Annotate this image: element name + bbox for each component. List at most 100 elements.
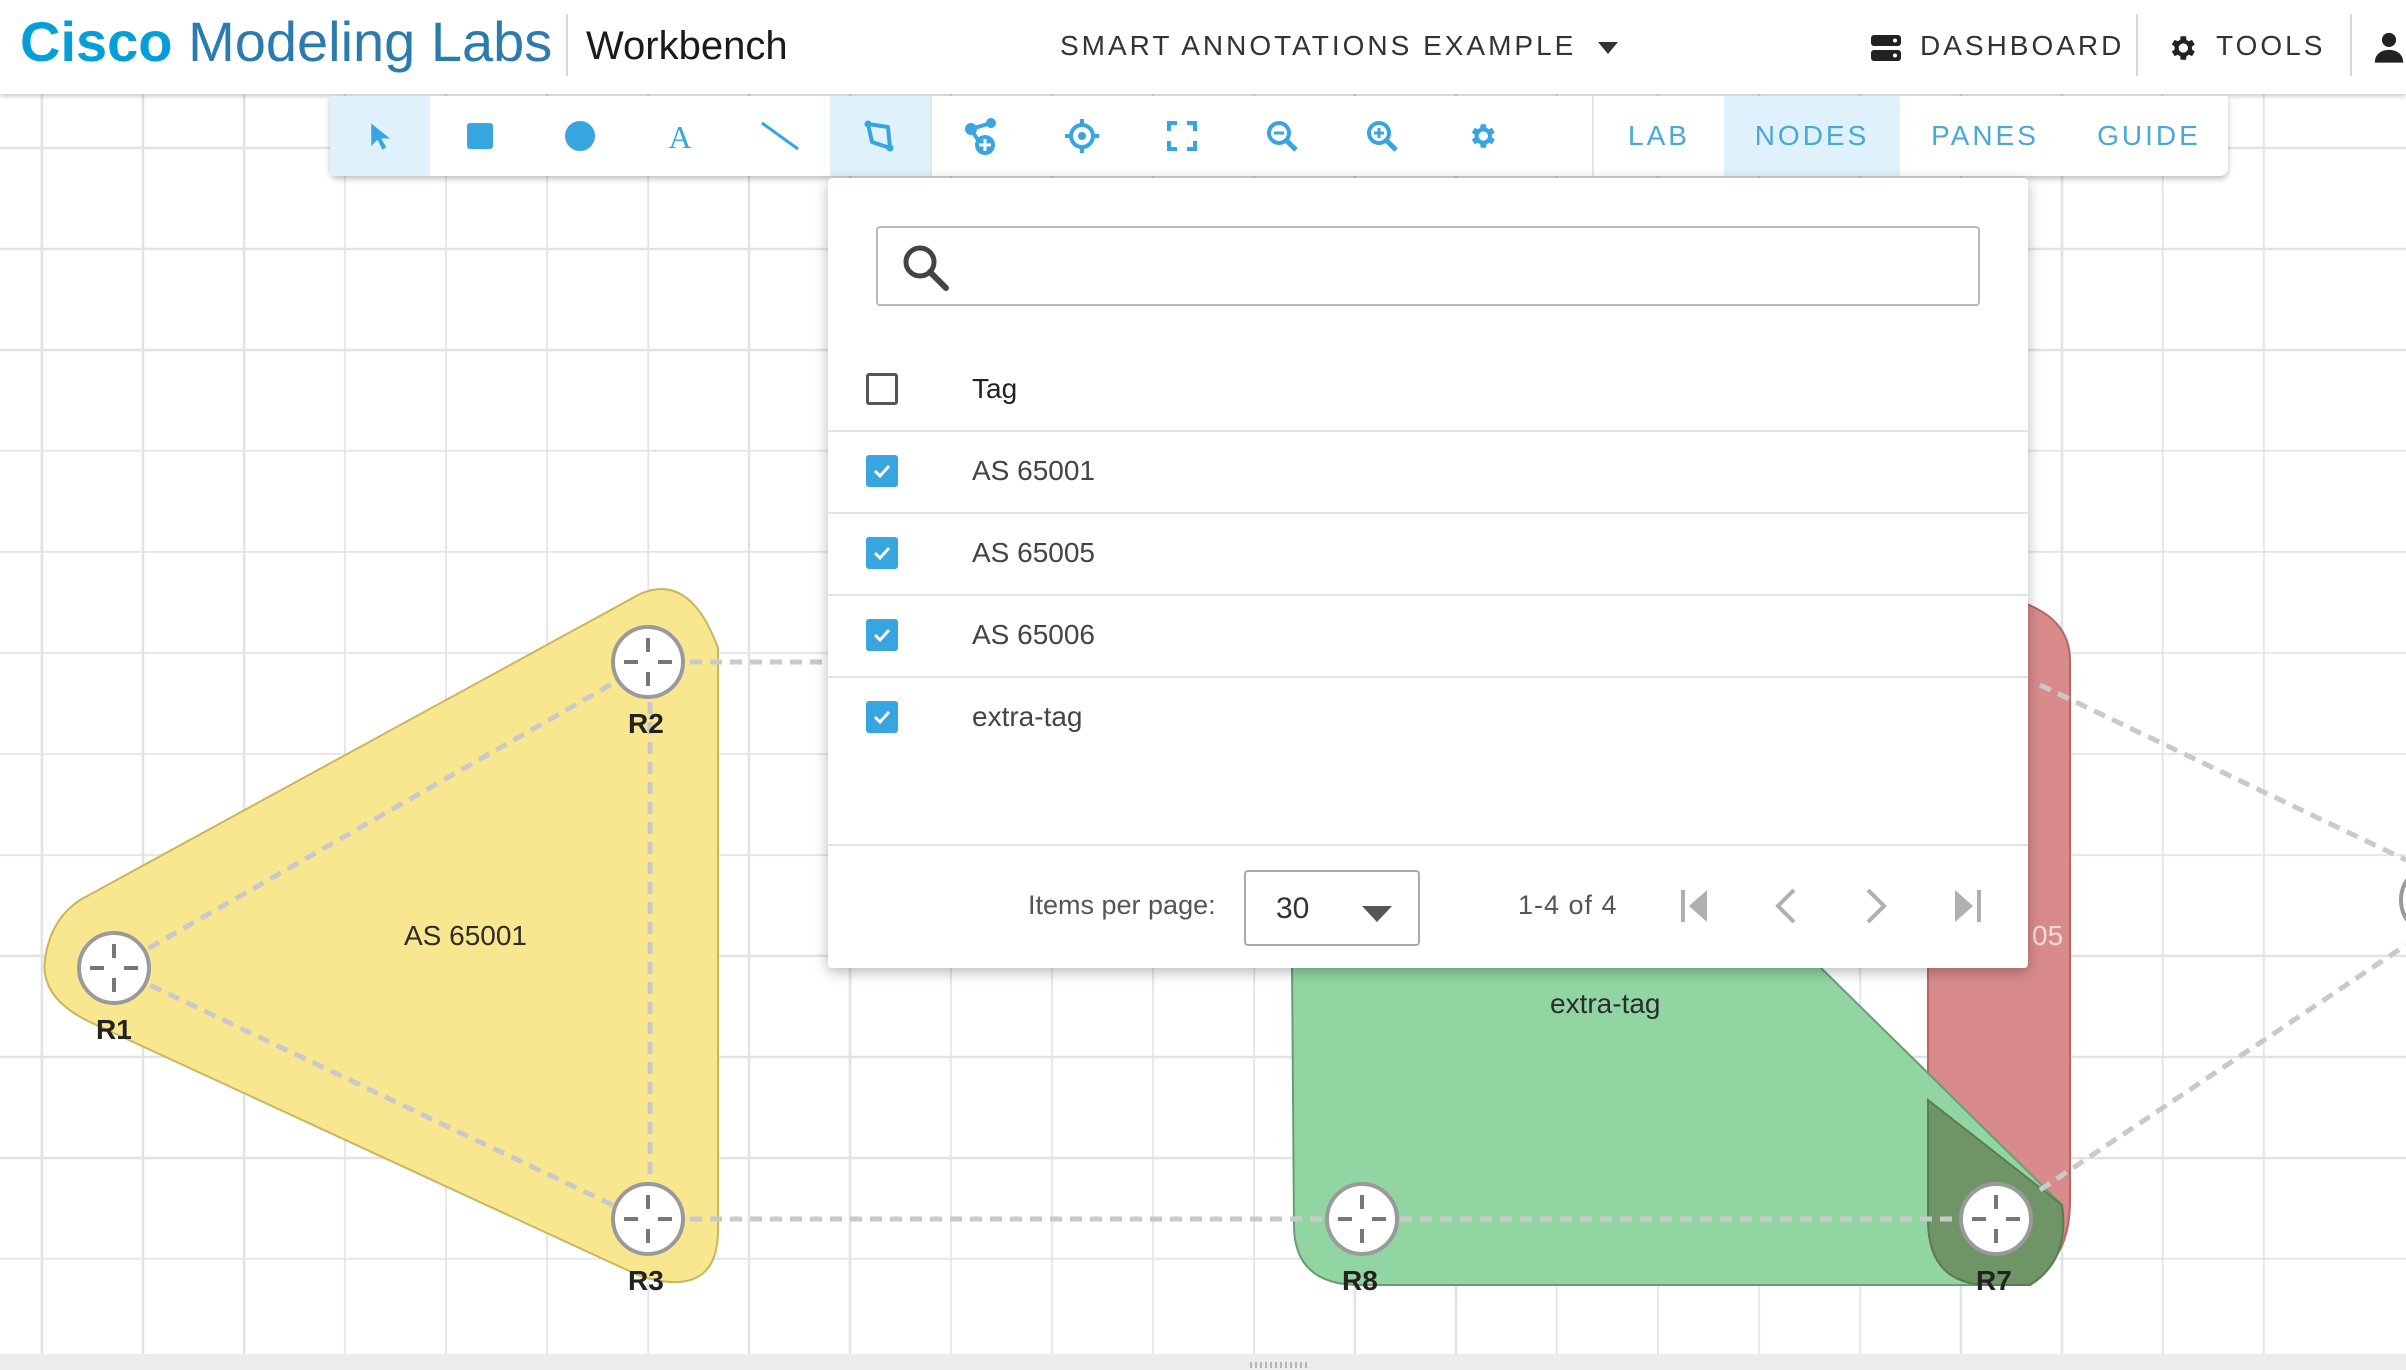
tools-button[interactable]: TOOLS bbox=[2166, 26, 2325, 66]
previous-page-button[interactable] bbox=[1760, 880, 1812, 932]
user-icon bbox=[2374, 32, 2404, 63]
text-tool[interactable]: A bbox=[630, 96, 730, 176]
tab-panes[interactable]: PANES bbox=[1900, 96, 2070, 176]
first-page-icon bbox=[1681, 890, 1707, 922]
tag-checkbox[interactable] bbox=[866, 701, 898, 733]
canvas-toolbar: A LAB NODES PANES GUIDE bbox=[330, 96, 2228, 176]
check-icon bbox=[873, 628, 891, 643]
node-r7 bbox=[1959, 1182, 2033, 1256]
tag-search-field[interactable] bbox=[876, 226, 1980, 306]
caret-down-icon bbox=[1598, 41, 1619, 54]
check-icon bbox=[873, 464, 891, 479]
tag-label: AS 65001 bbox=[972, 455, 1095, 486]
page-range: 1-4 of 4 bbox=[1518, 890, 1618, 920]
center-tool[interactable] bbox=[1032, 96, 1132, 176]
node-label-r2: R2 bbox=[628, 708, 664, 739]
settings-tool[interactable] bbox=[1432, 96, 1532, 176]
line-tool[interactable] bbox=[730, 96, 830, 176]
lab-title: SMART ANNOTATIONS EXAMPLE bbox=[1060, 30, 1577, 61]
gear-icon bbox=[1471, 124, 1495, 148]
tag-column-header: Tag bbox=[972, 373, 1018, 404]
header-divider bbox=[566, 14, 568, 76]
page-title: Workbench bbox=[586, 24, 788, 68]
tag-checkbox[interactable] bbox=[866, 455, 898, 487]
brand-modeling-labs: Modeling Labs bbox=[188, 10, 553, 73]
rectangle-icon bbox=[467, 123, 493, 149]
tab-guide[interactable]: GUIDE bbox=[2070, 96, 2228, 176]
tag-search-input[interactable] bbox=[968, 238, 1962, 294]
add-node-icon bbox=[965, 118, 996, 155]
fit-tool[interactable] bbox=[1132, 96, 1232, 176]
ellipse-tool[interactable] bbox=[530, 96, 630, 176]
tag-checkbox[interactable] bbox=[866, 619, 898, 651]
dashboard-button[interactable]: DASHBOARD bbox=[1870, 26, 2124, 66]
tab-nodes[interactable]: NODES bbox=[1724, 96, 1900, 176]
region-label-as65005: 05 bbox=[2032, 920, 2064, 951]
smart-annotation-icon bbox=[864, 120, 894, 152]
fit-screen-icon bbox=[1167, 121, 1197, 151]
region-label-extra-tag: extra-tag bbox=[1550, 988, 1661, 1019]
node-partial-right bbox=[2399, 878, 2406, 922]
node-label-r3: R3 bbox=[628, 1265, 664, 1296]
link-r6-right bbox=[2038, 682, 2406, 863]
tag-label: AS 65005 bbox=[972, 537, 1095, 568]
node-r2 bbox=[611, 625, 685, 699]
app-header: Cisco Modeling Labs Workbench SMART ANNO… bbox=[0, 0, 2406, 94]
first-page-button[interactable] bbox=[1670, 880, 1722, 932]
zoom-out-icon bbox=[1267, 121, 1298, 152]
rectangle-tool[interactable] bbox=[430, 96, 530, 176]
panel-resize-handle[interactable] bbox=[1250, 1362, 1310, 1368]
line-icon bbox=[761, 121, 799, 151]
smart-annotation-tool[interactable] bbox=[830, 96, 930, 176]
node-label-r8: R8 bbox=[1342, 1265, 1378, 1296]
tag-row[interactable]: AS 65001 bbox=[828, 430, 2028, 514]
node-label-r7: R7 bbox=[1976, 1265, 2012, 1296]
add-node-tool[interactable] bbox=[932, 96, 1032, 176]
tab-lab[interactable]: LAB bbox=[1594, 96, 1724, 176]
tag-label: AS 65006 bbox=[972, 619, 1095, 650]
region-as65001 bbox=[43, 588, 719, 1284]
user-menu-button[interactable] bbox=[2372, 30, 2406, 69]
node-r1 bbox=[77, 931, 151, 1005]
next-page-button[interactable] bbox=[1850, 880, 1902, 932]
search-icon bbox=[903, 245, 949, 291]
caret-down-icon bbox=[1362, 906, 1392, 922]
cursor-icon bbox=[371, 123, 390, 150]
check-icon bbox=[873, 546, 891, 561]
region-label-as65001: AS 65001 bbox=[404, 920, 527, 951]
header-divider bbox=[2350, 14, 2352, 76]
tag-label: extra-tag bbox=[972, 701, 1083, 732]
lab-selector[interactable]: SMART ANNOTATIONS EXAMPLE bbox=[1060, 26, 1619, 66]
paginator: Items per page: 30 1-4 of 4 bbox=[828, 844, 2028, 970]
header-divider bbox=[2136, 14, 2138, 76]
node-r8 bbox=[1325, 1182, 1399, 1256]
svg-text:A: A bbox=[668, 121, 691, 151]
tag-row[interactable]: AS 65006 bbox=[828, 594, 2028, 678]
zoom-in-icon bbox=[1367, 121, 1398, 152]
tag-filter-popover: Tag AS 65001 AS 65005 AS 65006 extra-tag… bbox=[828, 178, 2028, 968]
chevron-left-icon bbox=[1775, 888, 1796, 924]
bottom-panel-bar bbox=[0, 1354, 2406, 1370]
node-r3 bbox=[611, 1182, 685, 1256]
zoom-out-tool[interactable] bbox=[1232, 96, 1332, 176]
items-per-page-label: Items per page: bbox=[1028, 890, 1216, 920]
dashboard-label: DASHBOARD bbox=[1920, 30, 2125, 61]
last-page-button[interactable] bbox=[1940, 880, 1992, 932]
zoom-in-tool[interactable] bbox=[1332, 96, 1432, 176]
app-logo[interactable]: Cisco Modeling Labs bbox=[20, 6, 552, 78]
tag-row[interactable]: AS 65005 bbox=[828, 512, 2028, 596]
items-per-page-value: 30 bbox=[1276, 892, 1310, 925]
check-icon bbox=[873, 710, 891, 725]
last-page-icon bbox=[1955, 890, 1981, 922]
tag-checkbox[interactable] bbox=[866, 537, 898, 569]
select-tool[interactable] bbox=[330, 96, 430, 176]
tools-label: TOOLS bbox=[2216, 30, 2326, 61]
node-label-r1: R1 bbox=[96, 1014, 132, 1045]
items-per-page-select[interactable]: 30 bbox=[1244, 870, 1420, 946]
brand-cisco: Cisco bbox=[20, 10, 173, 73]
select-all-checkbox[interactable] bbox=[866, 373, 898, 405]
circle-icon bbox=[565, 121, 595, 151]
crosshair-icon bbox=[1065, 119, 1099, 153]
text-icon: A bbox=[668, 121, 691, 151]
tag-row[interactable]: extra-tag bbox=[828, 676, 2028, 758]
